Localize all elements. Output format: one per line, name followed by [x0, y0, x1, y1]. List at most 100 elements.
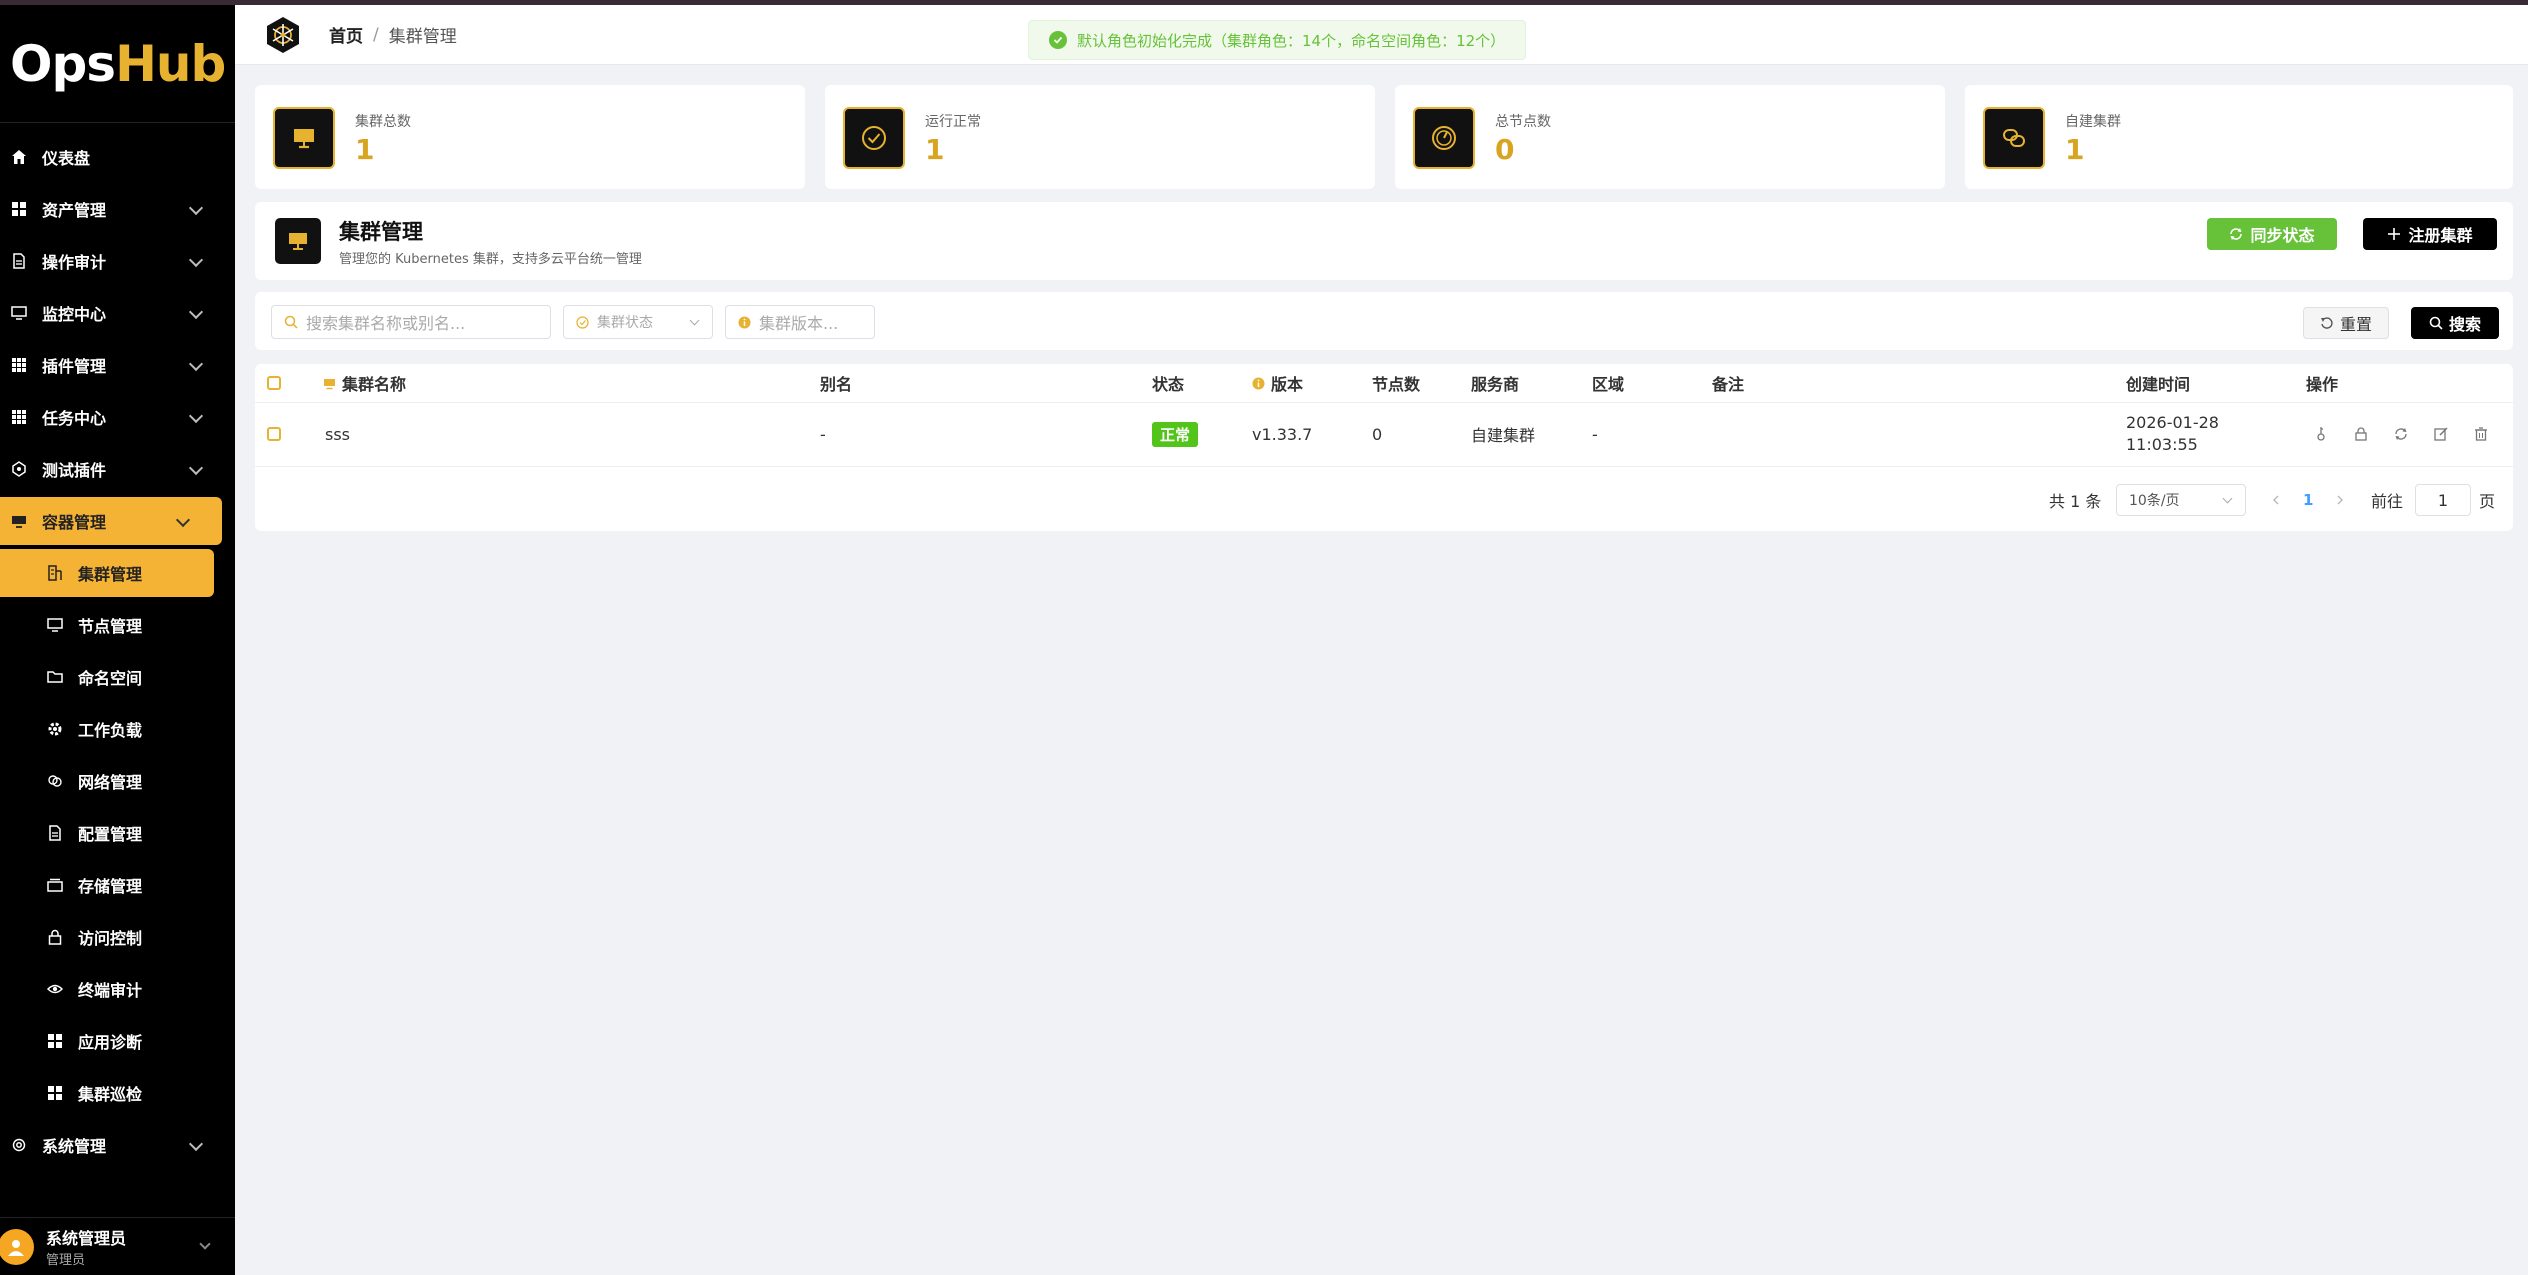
sidebar-subitem-clusters[interactable]: 集群管理 — [0, 549, 214, 597]
sidebar-item-label: 仪表盘 — [42, 149, 91, 168]
sidebar-subitem-label: 终端审计 — [78, 981, 143, 1000]
sidebar-subitem-nodes[interactable]: 节点管理 — [0, 601, 235, 649]
chevron-down-icon — [188, 200, 204, 216]
pagination-total: 共 1 条 — [2049, 492, 2102, 511]
cluster-version-input[interactable]: 集群版本... — [725, 305, 875, 339]
col-header-provider[interactable]: 服务商 — [1471, 364, 1519, 402]
col-header-version[interactable]: 版本 — [1252, 364, 1303, 402]
sidebar-item-assets[interactable]: 资产管理 — [0, 185, 235, 233]
sidebar-subitem-network[interactable]: 网络管理 — [0, 757, 235, 805]
gear-icon — [46, 720, 64, 738]
sidebar-subitem-label: 存储管理 — [78, 877, 143, 896]
register-cluster-button[interactable]: 注册集群 — [2363, 218, 2497, 250]
sidebar-item-monitor[interactable]: 监控中心 — [0, 289, 235, 337]
cell-version: v1.33.7 — [1252, 424, 1313, 444]
folder-icon — [46, 668, 64, 686]
key-icon[interactable] — [2313, 426, 2329, 442]
sidebar-item-dashboard[interactable]: 仪表盘 — [0, 133, 235, 181]
sidebar-subitem-terminal-audit[interactable]: 终端审计 — [0, 965, 235, 1013]
check-circle-icon — [1049, 31, 1067, 49]
created-time: 11:03:55 — [2126, 435, 2198, 454]
breadcrumb-home[interactable]: 首页 — [329, 22, 363, 47]
prev-page-button[interactable] — [2271, 484, 2281, 516]
row-checkbox[interactable] — [267, 402, 281, 466]
apps-icon — [10, 356, 28, 374]
document-icon — [10, 252, 28, 270]
user-menu[interactable]: 系统管理员 管理员 — [0, 1217, 235, 1275]
sidebar-subitem-config[interactable]: 配置管理 — [0, 809, 235, 857]
chevron-down-icon — [689, 315, 700, 326]
sidebar-subitem-label: 节点管理 — [78, 617, 143, 636]
reset-button[interactable]: 重置 — [2303, 307, 2389, 339]
status-placeholder: 集群状态 — [597, 315, 653, 331]
col-header-nodes[interactable]: 节点数 — [1372, 364, 1420, 402]
lock-icon — [46, 928, 64, 946]
sidebar-item-label: 测试插件 — [42, 461, 107, 480]
search-icon — [284, 315, 298, 329]
sidebar-subitem-inspection[interactable]: 集群巡检 — [0, 1069, 235, 1117]
sidebar-subitem-label: 集群巡检 — [78, 1085, 143, 1104]
eye-icon — [46, 980, 64, 998]
stat-value: 1 — [355, 133, 375, 166]
sidebar-item-label: 资产管理 — [42, 201, 107, 220]
document-icon — [46, 824, 64, 842]
monitor-icon — [324, 378, 335, 389]
sidebar-item-tasks[interactable]: 任务中心 — [0, 393, 235, 441]
select-all-checkbox[interactable] — [267, 364, 281, 402]
col-header-created[interactable]: 创建时间 — [2126, 364, 2190, 402]
next-page-button[interactable] — [2335, 484, 2345, 516]
search-button[interactable]: 搜索 — [2411, 307, 2499, 339]
sidebar-subitem-namespaces[interactable]: 命名空间 — [0, 653, 235, 701]
cell-name[interactable]: sss — [325, 402, 350, 466]
sidebar-item-label: 任务中心 — [42, 409, 107, 428]
user-name: 系统管理员 — [46, 1229, 127, 1248]
refresh-icon[interactable] — [2393, 426, 2409, 442]
cluster-status-select[interactable]: 集群状态 — [563, 305, 713, 339]
cell-created: 2026-01-28 11:03:55 — [2126, 402, 2219, 466]
breadcrumb: 首页 / 集群管理 — [329, 22, 457, 48]
sidebar-subitem-storage[interactable]: 存储管理 — [0, 861, 235, 909]
register-cluster-label: 注册集群 — [2408, 226, 2473, 245]
col-header-alias[interactable]: 别名 — [820, 364, 852, 402]
sync-status-button[interactable]: 同步状态 — [2207, 218, 2337, 250]
lock-icon[interactable] — [2353, 426, 2369, 442]
page-size-select[interactable]: 10条/页 — [2116, 484, 2246, 516]
sidebar-item-test-plugin[interactable]: 测试插件 — [0, 445, 235, 493]
stat-card-self-built: 自建集群 1 — [1965, 85, 2513, 189]
col-header-remark[interactable]: 备注 — [1712, 364, 1744, 402]
sidebar-item-audit[interactable]: 操作审计 — [0, 237, 235, 285]
apps-icon — [46, 1084, 64, 1102]
sidebar-subitem-diagnosis[interactable]: 应用诊断 — [0, 1017, 235, 1065]
goto-page-input[interactable]: 1 — [2415, 484, 2471, 516]
app-logo[interactable]: Ops Hub — [0, 5, 235, 123]
breadcrumb-current: 集群管理 — [388, 27, 457, 47]
sidebar-item-system[interactable]: 系统管理 — [0, 1121, 235, 1169]
kubernetes-logo-icon[interactable] — [263, 15, 303, 55]
col-header-name[interactable]: 集群名称 — [323, 364, 406, 402]
user-role: 管理员 — [46, 1253, 86, 1268]
sidebar-item-plugins[interactable]: 插件管理 — [0, 341, 235, 389]
page-number-current[interactable]: 1 — [2303, 484, 2313, 516]
stat-label: 集群总数 — [355, 114, 411, 130]
cell-nodes: 0 — [1372, 424, 1383, 444]
plus-icon — [2388, 228, 2401, 240]
link-icon — [1983, 107, 2045, 169]
network-icon — [46, 772, 64, 790]
edit-icon[interactable] — [2433, 426, 2449, 442]
col-header-status[interactable]: 状态 — [1152, 364, 1184, 402]
check-circle-icon — [576, 315, 589, 329]
logo-ops: Ops — [10, 34, 116, 93]
sidebar-subitem-workloads[interactable]: 工作负载 — [0, 705, 235, 753]
sidebar-item-containers[interactable]: 容器管理 — [0, 497, 222, 545]
cell-region: - — [1592, 424, 1598, 444]
cluster-search-input[interactable]: 搜索集群名称或别名... — [271, 305, 551, 339]
cell-actions — [2313, 402, 2489, 466]
sidebar-subitem-access[interactable]: 访问控制 — [0, 913, 235, 961]
sync-status-label: 同步状态 — [2250, 226, 2315, 245]
delete-icon[interactable] — [2473, 426, 2489, 442]
stat-value: 1 — [925, 133, 945, 166]
grid-icon — [10, 200, 28, 218]
col-header-region[interactable]: 区域 — [1592, 364, 1624, 402]
gear-icon — [10, 1136, 28, 1154]
sidebar-subitem-label: 网络管理 — [78, 773, 143, 792]
